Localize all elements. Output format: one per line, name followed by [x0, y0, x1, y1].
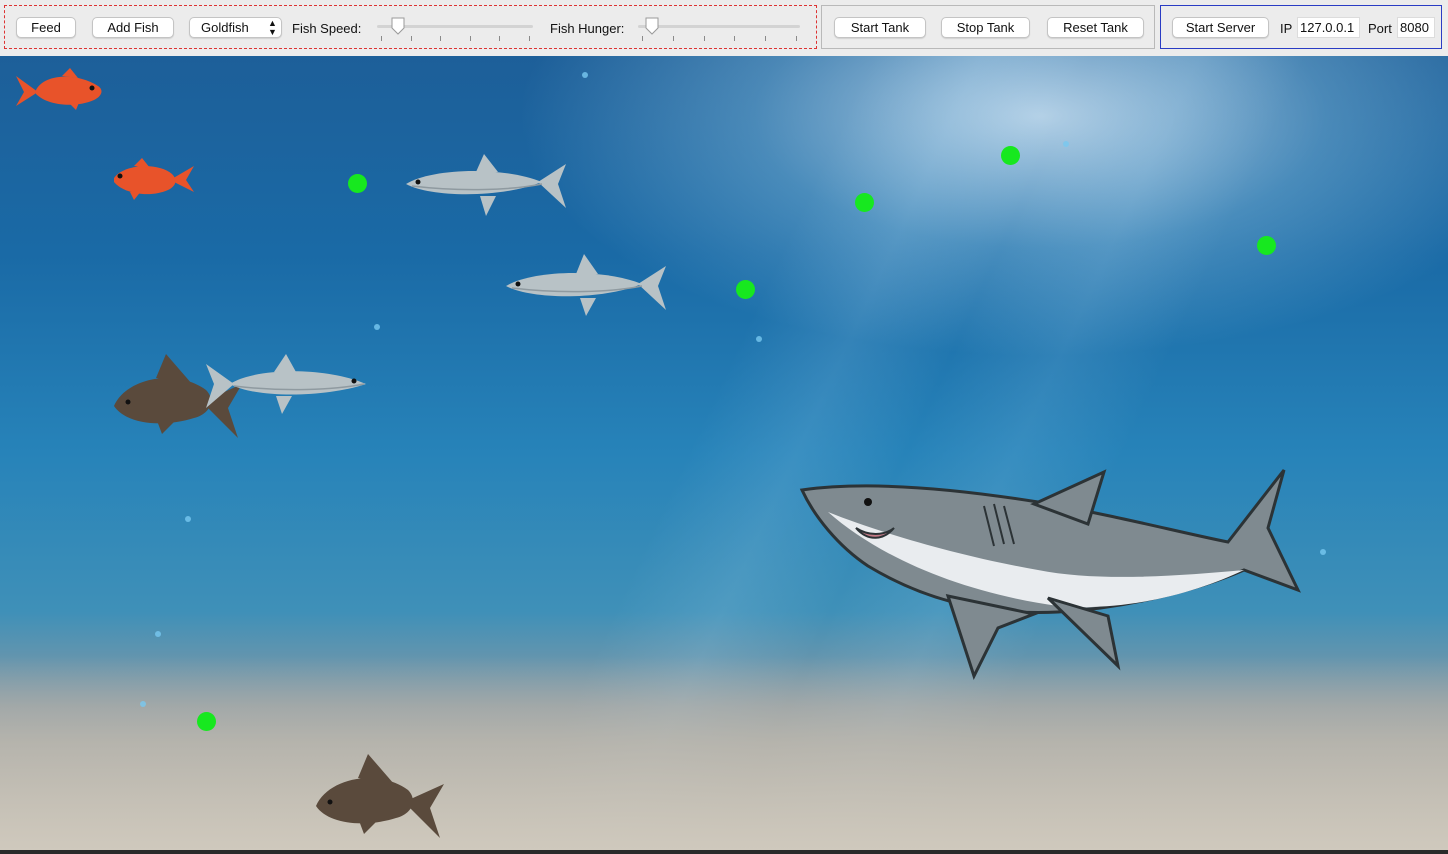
port-label: Port	[1368, 21, 1392, 36]
bubble	[1063, 141, 1069, 147]
salmon	[206, 354, 366, 414]
slider-tick	[673, 36, 674, 41]
shark	[799, 469, 1301, 680]
bubble	[1320, 549, 1326, 555]
bubble	[756, 336, 762, 342]
fish-hunger-label: Fish Hunger:	[550, 21, 625, 36]
bubble	[582, 72, 588, 78]
food-pellet	[197, 712, 216, 731]
carp	[316, 754, 444, 838]
slider-tick	[529, 36, 530, 41]
goldfish	[16, 68, 102, 110]
slider-tick	[642, 36, 643, 41]
fish-hunger-slider[interactable]	[638, 16, 800, 44]
slider-tick	[381, 36, 382, 41]
start-server-button[interactable]: Start Server	[1172, 17, 1269, 38]
feed-button[interactable]: Feed	[16, 17, 76, 38]
slider-tick	[765, 36, 766, 41]
control-toolbar: Feed Add Fish Goldfish ▲ ▼ Fish Speed: Fi…	[0, 0, 1448, 54]
salmon	[506, 254, 666, 316]
start-tank-button[interactable]: Start Tank	[834, 17, 926, 38]
goldfish	[114, 158, 194, 200]
fish-type-select[interactable]: Goldfish ▲ ▼	[189, 17, 282, 38]
stop-tank-button[interactable]: Stop Tank	[941, 17, 1030, 38]
port-field[interactable]: 8080	[1397, 17, 1435, 38]
slider-ticks	[638, 36, 800, 42]
slider-thumb[interactable]	[391, 17, 405, 35]
slider-ticks	[377, 36, 533, 42]
bubble	[140, 701, 146, 707]
fish-tank-canvas[interactable]	[0, 56, 1448, 850]
slider-tick	[440, 36, 441, 41]
server-controls-group: Start Server IP 127.0.0.1 Port 8080	[1160, 5, 1442, 49]
bubble	[185, 516, 191, 522]
ip-label: IP	[1280, 21, 1293, 36]
sand-floor	[0, 656, 1448, 850]
reset-tank-button[interactable]: Reset Tank	[1047, 17, 1144, 38]
slider-tick	[796, 36, 797, 41]
slider-tick	[499, 36, 500, 41]
slider-tick	[411, 36, 412, 41]
food-pellet	[736, 280, 755, 299]
slider-track	[638, 25, 800, 28]
food-pellet	[855, 193, 874, 212]
tank-controls-group: Start Tank Stop Tank Reset Tank	[821, 5, 1155, 49]
slider-thumb[interactable]	[645, 17, 659, 35]
slider-tick	[704, 36, 705, 41]
stepper-chevrons-icon: ▲ ▼	[268, 18, 277, 37]
add-fish-button[interactable]: Add Fish	[92, 17, 174, 38]
food-pellet	[348, 174, 367, 193]
bubble	[374, 324, 380, 330]
bubble	[155, 631, 161, 637]
slider-tick	[734, 36, 735, 41]
fish-speed-slider[interactable]	[377, 16, 533, 44]
ip-field[interactable]: 127.0.0.1	[1297, 17, 1360, 38]
fish-type-selected: Goldfish	[201, 20, 249, 35]
window-bottom-edge	[0, 850, 1448, 854]
fish-controls-group: Feed Add Fish Goldfish ▲ ▼ Fish Speed: Fi…	[4, 5, 817, 49]
slider-tick	[470, 36, 471, 41]
fish-speed-label: Fish Speed:	[292, 21, 362, 36]
food-pellet	[1001, 146, 1020, 165]
salmon	[406, 154, 566, 216]
food-pellet	[1257, 236, 1276, 255]
